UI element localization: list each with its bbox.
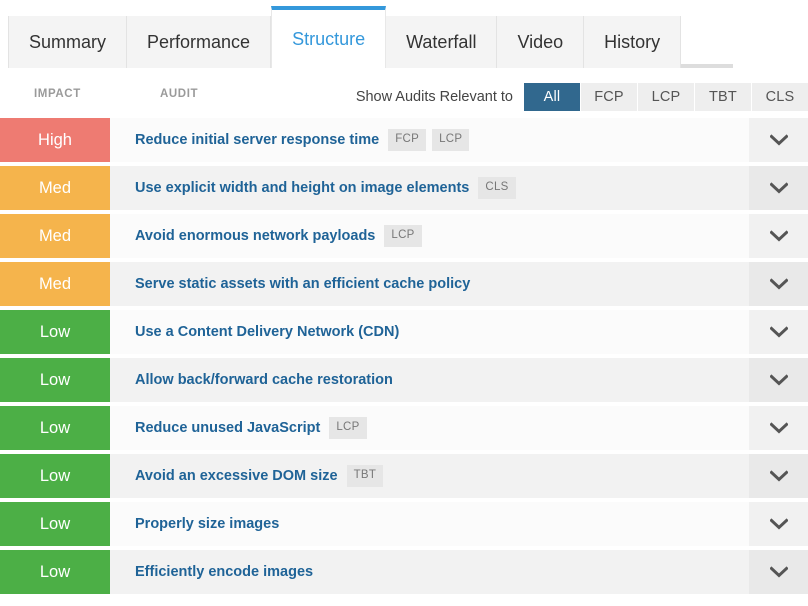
audit-title-link[interactable]: Serve static assets with an efficient ca… [135, 276, 470, 292]
tab-waterfall[interactable]: Waterfall [386, 16, 498, 68]
table-row[interactable]: Med Serve static assets with an efficient… [0, 262, 808, 306]
row-expand-button[interactable] [749, 358, 808, 402]
chevron-down-icon [769, 230, 788, 242]
audit-cell: Serve static assets with an efficient ca… [110, 262, 749, 306]
audit-cell: Use explicit width and height on image e… [110, 166, 749, 210]
impact-badge: Low [0, 454, 110, 498]
metric-tag-group: CLS [478, 177, 521, 199]
audit-cell: Efficiently encode images [110, 550, 749, 594]
row-expand-button[interactable] [749, 550, 808, 594]
metric-tag-group: FCP LCP [388, 129, 475, 151]
table-row[interactable]: Low Properly size images [0, 502, 808, 546]
audit-title-link[interactable]: Efficiently encode images [135, 564, 313, 580]
audit-list: High Reduce initial server response time F… [0, 118, 808, 594]
audit-title-link[interactable]: Reduce initial server response time [135, 132, 379, 148]
row-expand-button[interactable] [749, 502, 808, 546]
metric-tag-group: LCP [384, 225, 427, 247]
table-row[interactable]: Low Reduce unused JavaScript LCP [0, 406, 808, 450]
metric-tag: CLS [478, 177, 516, 199]
table-row[interactable]: High Reduce initial server response time F… [0, 118, 808, 162]
filter-button-all[interactable]: All [524, 83, 580, 111]
impact-badge: Low [0, 406, 110, 450]
table-row[interactable]: Low Avoid an excessive DOM size TBT [0, 454, 808, 498]
metric-tag: LCP [329, 417, 367, 439]
table-row[interactable]: Low Efficiently encode images [0, 550, 808, 594]
table-row[interactable]: Med Avoid enormous network payloads LCP [0, 214, 808, 258]
chevron-down-icon [769, 134, 788, 146]
tab-video[interactable]: Video [497, 16, 585, 68]
filter-button-fcp[interactable]: FCP [581, 83, 637, 111]
audit-cell: Reduce initial server response time FCP LC… [110, 118, 749, 162]
metric-tag: FCP [388, 129, 427, 151]
audit-title-link[interactable]: Avoid enormous network payloads [135, 228, 375, 244]
audit-title-link[interactable]: Use a Content Delivery Network (CDN) [135, 324, 399, 340]
audit-cell: Properly size images [110, 502, 749, 546]
filter-button-tbt[interactable]: TBT [695, 83, 751, 111]
audit-title-link[interactable]: Avoid an excessive DOM size [135, 468, 338, 484]
tab-bar: Summary Performance Structure Waterfall Vide… [0, 0, 808, 68]
chevron-down-icon [769, 422, 788, 434]
row-expand-button[interactable] [749, 406, 808, 450]
filter-button-lcp[interactable]: LCP [638, 83, 694, 111]
chevron-down-icon [769, 566, 788, 578]
row-expand-button[interactable] [749, 262, 808, 306]
impact-badge: High [0, 118, 110, 162]
metric-tag: TBT [346, 465, 384, 487]
chevron-down-icon [769, 326, 788, 338]
metric-tag-group: TBT [346, 465, 390, 487]
row-expand-button[interactable] [749, 118, 808, 162]
filter-label: Show Audits Relevant to [355, 89, 513, 105]
metric-tag: LCP [384, 225, 422, 247]
chevron-down-icon [769, 182, 788, 194]
audit-cell: Allow back/forward cache restoration [110, 358, 749, 402]
filter-button-cls[interactable]: CLS [752, 83, 808, 111]
row-expand-button[interactable] [749, 166, 808, 210]
audit-title-link[interactable]: Reduce unused JavaScript [135, 420, 320, 436]
impact-badge: Low [0, 550, 110, 594]
filter-button-group: All FCP LCP TBT CLS [523, 83, 808, 111]
audit-cell: Avoid enormous network payloads LCP [110, 214, 749, 258]
impact-badge: Med [0, 262, 110, 306]
impact-badge: Low [0, 310, 110, 354]
audit-title-link[interactable]: Allow back/forward cache restoration [135, 372, 393, 388]
chevron-down-icon [769, 278, 788, 290]
chevron-down-icon [769, 374, 788, 386]
audit-cell: Use a Content Delivery Network (CDN) [110, 310, 749, 354]
tab-performance[interactable]: Performance [127, 16, 272, 68]
row-expand-button[interactable] [749, 310, 808, 354]
table-row[interactable]: Low Allow back/forward cache restoration [0, 358, 808, 402]
audit-cell: Reduce unused JavaScript LCP [110, 406, 749, 450]
row-expand-button[interactable] [749, 214, 808, 258]
metric-tag-group: LCP [329, 417, 372, 439]
metric-tag: LCP [432, 129, 470, 151]
table-row[interactable]: Med Use explicit width and height on imag… [0, 166, 808, 210]
tab-structure[interactable]: Structure [271, 6, 387, 68]
audit-title-link[interactable]: Properly size images [135, 516, 279, 532]
chevron-down-icon [769, 470, 788, 482]
tab-summary[interactable]: Summary [8, 16, 128, 68]
audit-cell: Avoid an excessive DOM size TBT [110, 454, 749, 498]
audit-title-link[interactable]: Use explicit width and height on image e… [135, 180, 469, 196]
tab-history[interactable]: History [584, 16, 682, 68]
impact-badge: Med [0, 166, 110, 210]
audit-filter-bar: Show Audits Relevant to All FCP LCP TBT CLS [0, 68, 808, 114]
row-expand-button[interactable] [749, 454, 808, 498]
table-row[interactable]: Low Use a Content Delivery Network (CDN) [0, 310, 808, 354]
chevron-down-icon [769, 518, 788, 530]
impact-badge: Low [0, 502, 110, 546]
impact-badge: Low [0, 358, 110, 402]
impact-badge: Med [0, 214, 110, 258]
